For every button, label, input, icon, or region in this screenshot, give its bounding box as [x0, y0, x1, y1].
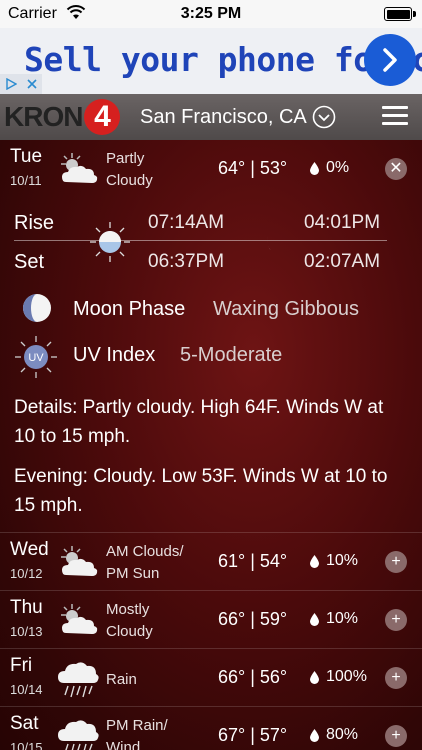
sun-horizon-icon: [90, 222, 130, 262]
horizon-divider: [14, 240, 387, 241]
adchoices-badge[interactable]: [0, 74, 42, 94]
crescent-moon-icon: [266, 228, 280, 254]
day-date: 10/14: [10, 682, 43, 697]
day-precip: 0%: [310, 159, 349, 177]
day-condition: PM Rain/Wind: [106, 717, 168, 750]
uv-index-icon: UV: [15, 336, 57, 378]
ad-arrow-button[interactable]: [364, 34, 416, 86]
uv-index-label: UV Index: [73, 344, 156, 366]
forecast-row[interactable]: Sat 10/15 PM Rain/Wind 67° | 57° 80% +: [0, 706, 422, 750]
day-date: 10/15: [10, 740, 43, 750]
moon-phase-icon: [23, 294, 51, 322]
day-temps: 64° | 53°: [218, 158, 288, 178]
adchoices-info-icon: [5, 78, 17, 90]
day-condition: AM Clouds/PM Sun: [106, 543, 184, 582]
moon-phase-value: Waxing Gibbous: [213, 298, 359, 320]
day-precip: 100%: [310, 668, 367, 686]
raindrop-icon: [310, 554, 319, 568]
kron4-logo: KRON 4: [4, 99, 121, 135]
collapse-button[interactable]: ✕: [385, 158, 407, 180]
forecast-row[interactable]: Wed 10/12 AM Clouds/PM Sun 61° | 54° 10%…: [0, 532, 422, 590]
sunrise-time: 07:14AM: [148, 212, 225, 233]
expand-button[interactable]: +: [385, 551, 407, 573]
day-temps: 67° | 57°: [218, 725, 288, 745]
status-bar: Carrier 3:25 PM: [0, 0, 422, 28]
hamburger-menu-icon[interactable]: [382, 106, 408, 126]
evening-text: Evening: Cloudy. Low 53F. Winds W at 10 …: [14, 466, 388, 516]
expand-button[interactable]: +: [385, 667, 407, 689]
day-date: 10/11: [10, 173, 42, 188]
raindrop-icon: [310, 670, 319, 684]
raindrop-icon: [310, 612, 319, 626]
day-precip: 80%: [310, 726, 358, 744]
battery-icon: [384, 7, 416, 21]
uv-index-value: 5-Moderate: [180, 344, 283, 366]
moonrise-time: 04:01PM: [304, 212, 381, 233]
day-precip: 10%: [310, 610, 358, 628]
day-condition: Mostly Cloudy: [106, 601, 153, 640]
partly-cloudy-icon: [61, 153, 98, 183]
app-header: KRON 4 San Francisco, CA: [0, 94, 422, 140]
clock: 3:25 PM: [180, 5, 242, 22]
ad-close-icon[interactable]: [26, 78, 38, 90]
day-precip: 10%: [310, 552, 358, 570]
forecast-panel: Tue 10/11 Partly Cloudy 64° | 53° 0% ✕ Ri…: [0, 140, 422, 750]
day-name: Sat: [10, 713, 39, 734]
moonset-time: 02:07AM: [304, 251, 381, 272]
day-name: Wed: [10, 539, 49, 560]
raindrop-icon: [310, 728, 319, 742]
forecast-row[interactable]: Thu 10/13 Mostly Cloudy 66° | 59° 10% +: [0, 590, 422, 648]
chevron-right-icon: [383, 48, 397, 72]
sunset-time: 06:37PM: [148, 251, 225, 272]
forecast-row[interactable]: Fri 10/14 Rain 66° | 56° 100% +: [0, 648, 422, 706]
moon-phase-label: Moon Phase: [73, 298, 186, 320]
forecast-row-today[interactable]: Tue 10/11 Partly Cloudy 64° | 53° 0% ✕: [0, 140, 422, 198]
day-temps: 66° | 56°: [218, 667, 288, 687]
day-date: 10/13: [10, 624, 43, 639]
day-date: 10/12: [10, 566, 43, 581]
day-condition: Rain: [106, 671, 137, 688]
ad-text[interactable]: Sell your phone for ca: [24, 40, 422, 79]
day-temps: 61° | 54°: [218, 551, 288, 571]
day-name: Thu: [10, 597, 43, 618]
rain-icon: [58, 662, 99, 698]
partly-cloudy-icon: [61, 546, 98, 576]
ad-banner[interactable]: Sell your phone for ca: [0, 28, 422, 94]
rain-icon: [58, 720, 99, 750]
expand-button[interactable]: +: [385, 725, 407, 747]
location-selector[interactable]: San Francisco, CA: [140, 106, 307, 129]
expand-button[interactable]: +: [385, 609, 407, 631]
details-text: Details: Partly cloudy. High 64F. Winds …: [14, 397, 384, 447]
raindrop-icon: [310, 161, 319, 175]
rise-label: Rise: [14, 212, 55, 234]
day-temps: 66° | 59°: [218, 609, 288, 629]
partly-cloudy-icon: [61, 604, 98, 634]
svg-text:UV: UV: [28, 352, 44, 364]
day-name: Tue: [10, 146, 43, 167]
day-name: Fri: [10, 655, 33, 676]
day-condition: Partly Cloudy: [106, 150, 153, 189]
chevron-down-icon[interactable]: [312, 105, 336, 129]
set-label: Set: [14, 251, 45, 273]
